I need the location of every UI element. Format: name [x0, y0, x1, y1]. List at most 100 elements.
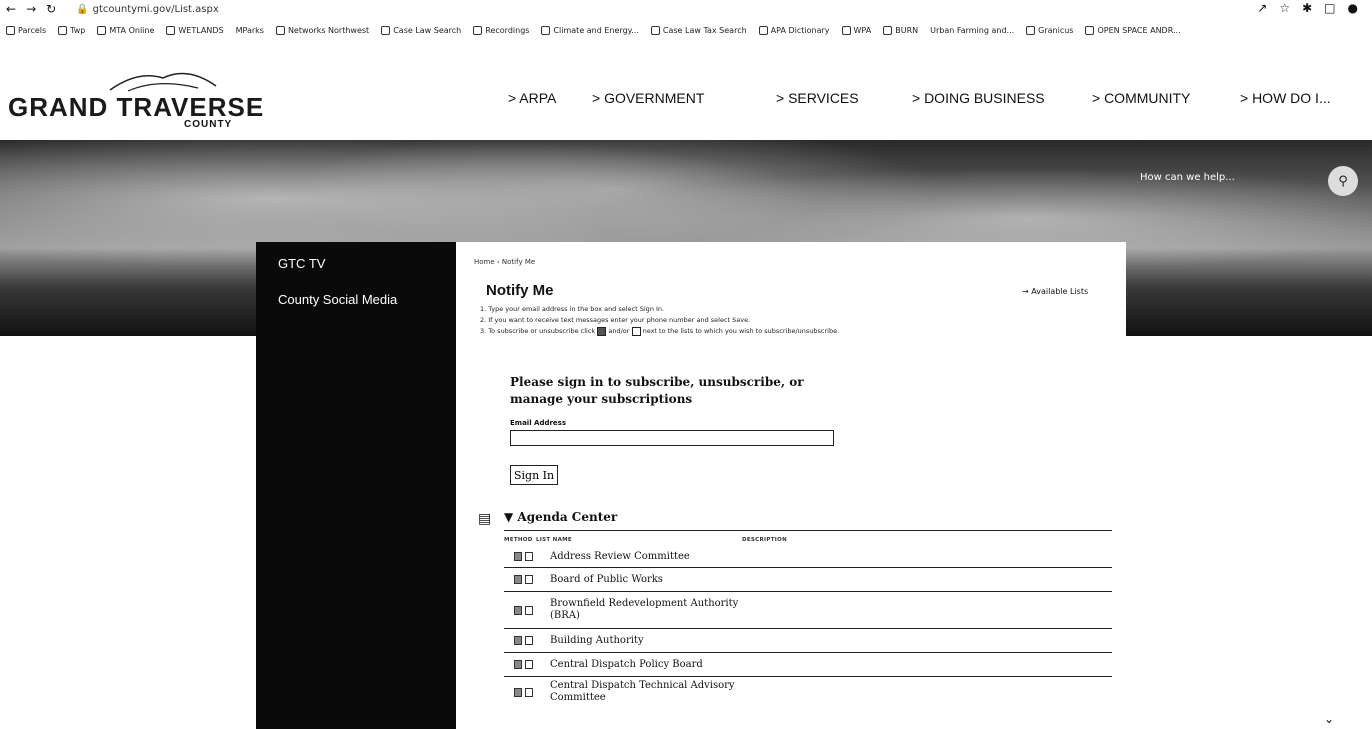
bookmark[interactable]: Urban Farming and... — [930, 26, 1014, 35]
table-row: Building Authority — [504, 629, 1112, 653]
bookmark[interactable]: Case Law Search — [381, 25, 461, 35]
email-subscribe-icon[interactable] — [514, 636, 522, 645]
list-name: Building Authority — [550, 634, 644, 646]
share-icon[interactable]: ↗ — [1257, 1, 1267, 15]
email-field[interactable] — [510, 430, 834, 446]
bookmark[interactable]: BURN — [883, 25, 918, 35]
table-row: Address Review Committee — [504, 546, 1112, 568]
email-label: Email Address — [510, 419, 567, 427]
list-name: Central Dispatch Policy Board — [550, 658, 703, 670]
available-lists-link[interactable]: → Available Lists — [1022, 287, 1088, 296]
email-subscribe-icon[interactable] — [514, 687, 522, 697]
bookmark[interactable]: Twp — [58, 25, 85, 35]
bookmarks-bar: Parcels Twp MTA Online WETLANDS MParks N… — [0, 20, 1372, 40]
bookmark-icon — [1085, 25, 1095, 35]
column-header-method: METHOD — [504, 537, 533, 543]
search-button[interactable]: ⚲ — [1328, 166, 1358, 196]
sms-subscribe-icon[interactable] — [525, 575, 533, 584]
signin-heading: Please sign in to subscribe, unsubscribe… — [510, 375, 804, 406]
table-row: Central Dispatch Technical Advisory Comm… — [504, 677, 1112, 707]
bookmark-icon — [275, 25, 285, 35]
logo-mountains-icon — [109, 72, 217, 92]
scroll-down-icon[interactable]: ⌄ — [1324, 712, 1334, 726]
sms-subscribe-icon[interactable] — [525, 552, 533, 561]
instruction-step: 1. Type your email address in the box an… — [480, 305, 665, 313]
bookmark[interactable]: Climate and Energy... — [541, 25, 639, 35]
sidebar: GTC TV County Social Media — [256, 242, 456, 729]
rss-icon[interactable]: ▤ — [478, 511, 491, 527]
reload-icon[interactable]: ↻ — [46, 2, 56, 16]
sms-subscribe-icon[interactable] — [525, 636, 533, 645]
table-row: Board of Public Works — [504, 568, 1112, 592]
sms-subscribe-icon[interactable] — [525, 687, 533, 697]
bookmark[interactable]: WPA — [841, 25, 871, 35]
bookmark-icon — [758, 25, 768, 35]
browser-toolbar: ← → ↻ 🔒 gtcountymi.gov/List.aspx ↗ ☆ ✱ □… — [0, 0, 1372, 18]
table-row: Central Dispatch Policy Board — [504, 653, 1112, 677]
sms-subscribe-icon[interactable] — [525, 605, 533, 615]
star-icon[interactable]: ☆ — [1279, 1, 1290, 15]
bookmark-icon — [541, 25, 551, 35]
window-icon[interactable]: □ — [1324, 1, 1335, 15]
content-panel: Home › Notify Me Notify Me → Available L… — [456, 242, 1126, 729]
back-icon[interactable]: ← — [6, 2, 16, 16]
sms-subscribe-icon — [631, 326, 641, 336]
logo-county: COUNTY — [184, 119, 233, 130]
site-search: How can we help... ⚲ — [1140, 166, 1358, 196]
bookmark[interactable]: Granicus — [1026, 25, 1073, 35]
sidebar-item-gtc-tv[interactable]: GTC TV — [278, 256, 325, 271]
list-name: Brownfield Redevelopment Authority (BRA) — [550, 598, 739, 621]
email-subscribe-icon[interactable] — [514, 605, 522, 615]
list-name: Address Review Committee — [550, 550, 690, 562]
divider — [504, 530, 1112, 531]
bookmark-icon — [883, 25, 893, 35]
email-subscribe-icon[interactable] — [514, 552, 522, 561]
signin-button[interactable]: Sign In — [510, 465, 559, 485]
nav-services[interactable]: > SERVICES — [776, 90, 859, 106]
email-subscribe-icon[interactable] — [514, 660, 522, 669]
address-text: gtcountymi.gov/List.aspx — [92, 3, 219, 15]
nav-government[interactable]: > GOVERNMENT — [592, 90, 704, 106]
search-input[interactable]: How can we help... — [1140, 172, 1235, 183]
forward-icon[interactable]: → — [26, 2, 36, 16]
list-name: Board of Public Works — [550, 573, 663, 585]
column-header-description: DESCRIPTION — [742, 537, 788, 543]
breadcrumb[interactable]: Home › Notify Me — [474, 258, 535, 266]
column-header-list-name: LIST NAME — [536, 537, 572, 543]
instructions: 1. Type your email address in the box an… — [480, 304, 839, 337]
email-subscribe-icon[interactable] — [514, 575, 522, 584]
sidebar-item-county-social-media[interactable]: County Social Media — [278, 292, 397, 307]
bookmark-icon — [650, 25, 660, 35]
nav-doing-business[interactable]: > DOING BUSINESS — [912, 90, 1045, 106]
bookmark[interactable]: Networks Northwest — [275, 25, 369, 35]
bookmark[interactable]: APA Dictionary — [758, 25, 830, 35]
profile-icon[interactable]: ● — [1348, 1, 1358, 15]
bookmark[interactable]: Parcels — [6, 25, 46, 35]
bookmark[interactable]: Case Law Tax Search — [650, 25, 747, 35]
bookmark[interactable]: OPEN SPACE ANDR... — [1085, 25, 1181, 35]
bookmark-icon — [97, 25, 107, 35]
bookmark-icon — [58, 25, 68, 35]
bookmark-icon — [1026, 25, 1036, 35]
site-logo[interactable]: GRAND TRAVERSE COUNTY — [8, 64, 263, 134]
agenda-center-toggle[interactable]: ▼ Agenda Center — [504, 510, 617, 524]
nav-community[interactable]: > COMMUNITY — [1092, 90, 1190, 106]
bookmark-icon — [841, 25, 851, 35]
address-bar[interactable]: 🔒 gtcountymi.gov/List.aspx — [76, 4, 219, 15]
bookmark[interactable]: MTA Online — [97, 25, 154, 35]
sms-subscribe-icon[interactable] — [525, 660, 533, 669]
extensions-icon[interactable]: ✱ — [1302, 1, 1312, 15]
lock-icon: 🔒 — [76, 3, 89, 15]
email-subscribe-icon — [597, 326, 607, 336]
bookmark-icon — [381, 25, 391, 35]
search-icon: ⚲ — [1338, 173, 1348, 189]
bookmark[interactable]: WETLANDS — [166, 25, 224, 35]
list-table: Address Review Committee Board of Public… — [504, 546, 1112, 707]
nav-how-do-i[interactable]: > HOW DO I... — [1240, 90, 1331, 106]
bookmark[interactable]: MParks — [236, 26, 264, 35]
nav-arpa[interactable]: > ARPA — [508, 90, 556, 106]
page-title: Notify Me — [486, 282, 554, 299]
bookmark-icon — [473, 25, 483, 35]
bookmark-icon — [6, 25, 15, 35]
bookmark[interactable]: Recordings — [473, 25, 529, 35]
